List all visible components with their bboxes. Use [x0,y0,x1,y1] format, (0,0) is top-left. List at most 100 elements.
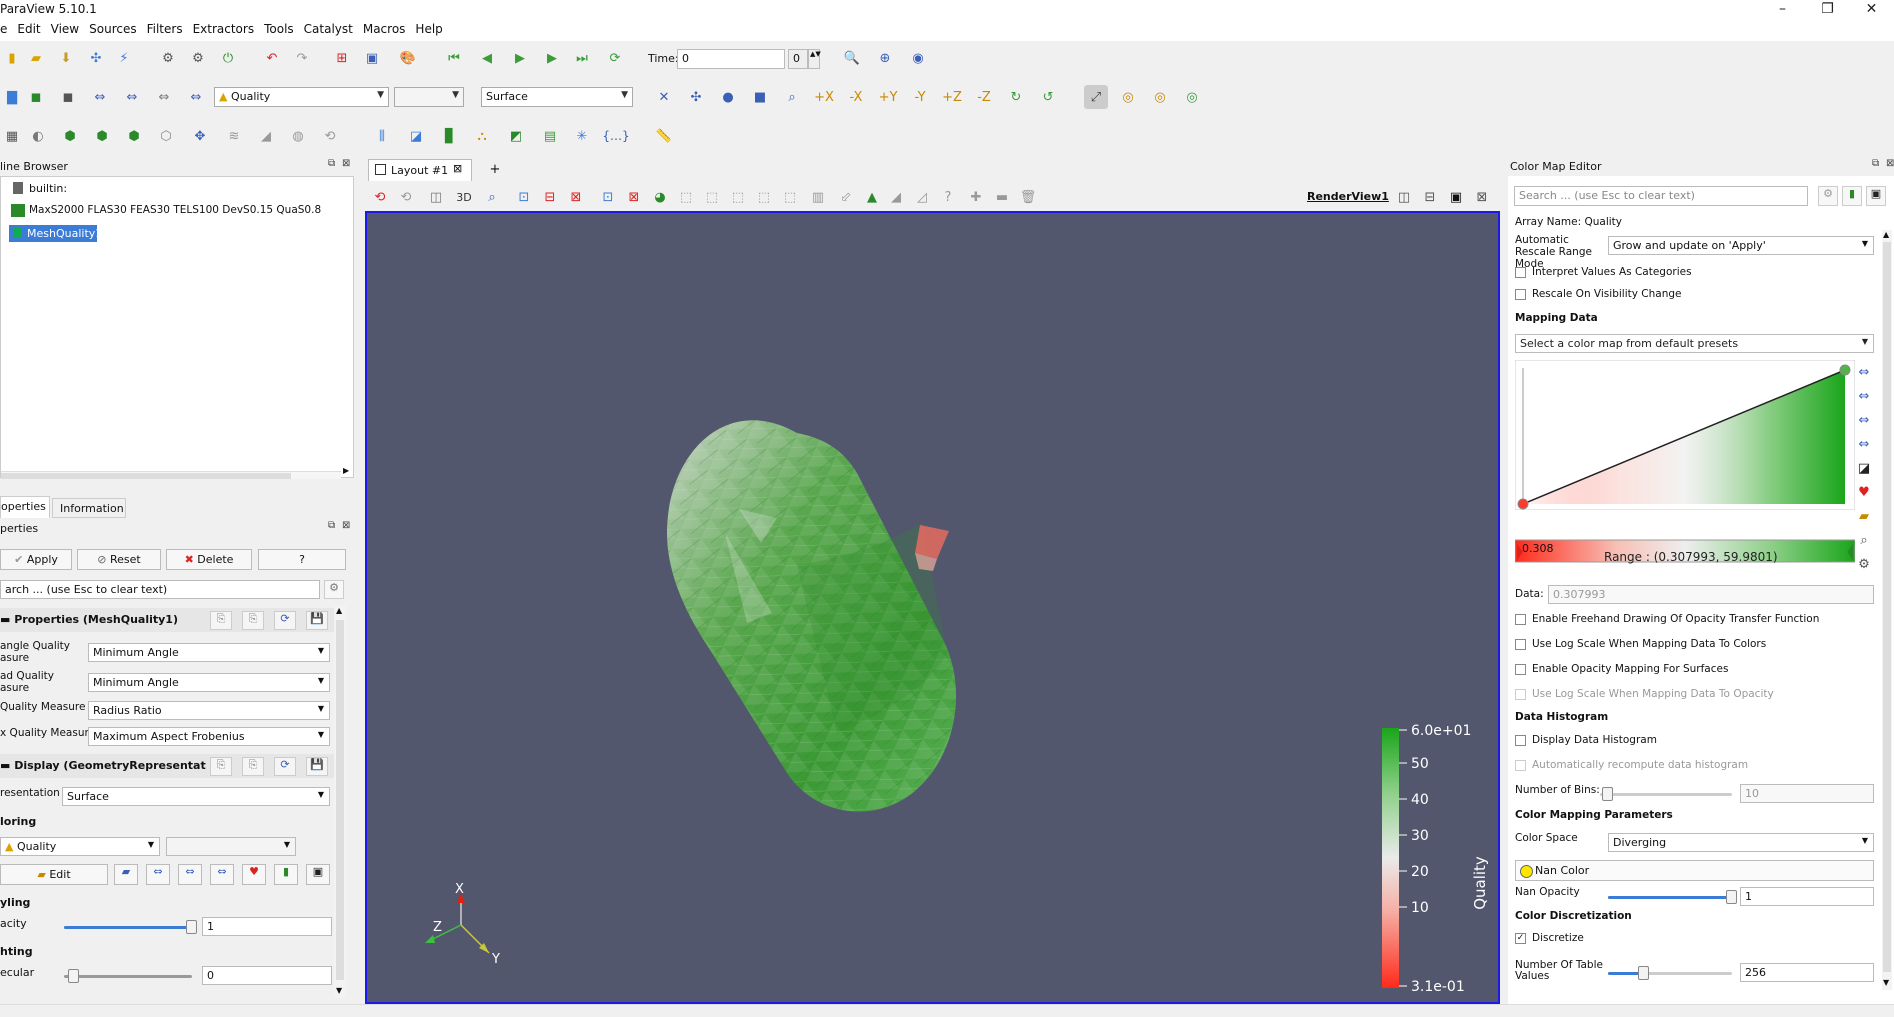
zoom-plus-icon[interactable]: ⊕ [873,46,897,70]
save-display-icon[interactable]: 💾 [306,757,328,776]
next-frame-icon[interactable]: ▶ [540,46,564,70]
plot-data-icon[interactable]: ◪ [404,124,428,148]
menu-sources[interactable]: Sources [84,20,141,38]
edit-color-button[interactable]: ▰ Edit [0,864,108,885]
camera-icon[interactable]: ◉ [906,46,930,70]
save-icon[interactable]: 💾 [306,611,328,630]
toggle-3d-button[interactable]: 3D [452,185,476,209]
opacity-mapping-option[interactable]: Enable Opacity Mapping For Surfaces [1515,663,1728,675]
representation-select[interactable]: Surface ▼ [481,87,633,107]
menu-help[interactable]: Help [410,20,447,38]
rescale-visible-icon[interactable]: ⇔ [184,85,208,109]
clear-selection-icon[interactable]: ▥ [806,185,830,209]
split-horizontal-icon[interactable]: ◫ [1392,185,1416,209]
reset-center-icon[interactable]: ◎ [1180,85,1204,109]
zoom-icon[interactable]: 🔍 [840,46,864,70]
warp-icon[interactable]: ◢ [254,124,278,148]
stream-tracer-icon[interactable]: ≋ [222,124,246,148]
bins-slider-track[interactable] [1600,793,1732,796]
shrink-icon[interactable]: ▲ [860,185,884,209]
split-vertical-icon[interactable]: ⊟ [1418,185,1442,209]
view-minus-x-icon[interactable]: -X [844,85,868,109]
json-icon[interactable]: {…} [602,124,629,148]
contour-icon[interactable]: ◐ [26,124,50,148]
menu-file[interactable]: e [0,20,12,38]
properties-scroll-thumb[interactable] [336,620,344,980]
capture-icon[interactable]: ◫ [424,185,448,209]
hover-points-icon[interactable]: ◕ [648,185,672,209]
view-minus-z-icon[interactable]: -Z [972,85,996,109]
menu-filters[interactable]: Filters [142,20,188,38]
rescale-icon[interactable]: ⇔ [88,85,112,109]
eye-icon[interactable] [13,228,21,238]
clip-icon[interactable]: ⬢ [58,124,82,148]
extract-subset-icon[interactable]: ⬡ [154,124,178,148]
representation-combo[interactable]: Surface ▼ [62,787,330,806]
zoom-box-icon[interactable]: ■ [748,85,772,109]
properties-search[interactable]: arch ... (use Esc to clear text) [0,580,320,599]
time-index[interactable]: 0 [788,49,808,69]
query-icon[interactable]: ? [936,185,960,209]
select-block-icon[interactable]: ⬚ [752,185,776,209]
advanced-gear-icon[interactable]: ⚙ [324,580,344,599]
display-histogram-option[interactable]: Display Data Histogram [1515,734,1657,746]
float-properties-icon[interactable]: ⧉ [328,520,335,531]
reset-view2-icon[interactable]: ⟲ [394,185,418,209]
menu-edit[interactable]: Edit [12,20,45,38]
folder-icon[interactable]: ▰ [24,46,48,70]
connect-icon[interactable]: ✣ [84,46,108,70]
rescale-range-icon[interactable]: ⇔ [146,864,170,885]
zoom-to-box-icon[interactable]: ⌕ [480,185,504,209]
pipeline-item-source[interactable]: MaxS2000 FLAS30 FEAS30 TELS100 DevS0.15 … [29,204,321,216]
group-icon[interactable]: ◍ [286,124,310,148]
redo-icon[interactable]: ↷ [290,46,314,70]
properties-scrollbar[interactable]: ▲ ▼ [334,606,346,998]
select-all-icon[interactable]: ⬚ [726,185,750,209]
specular-slider-track[interactable] [64,975,192,978]
time-spinner[interactable]: ▲▼ [808,49,821,69]
redo-camera-icon[interactable]: ⚙ [186,46,210,70]
float-cme-icon[interactable]: ⧉ [1872,158,1879,169]
polygon-select-icon[interactable]: ⬚ [674,185,698,209]
horizontal-scrollbar[interactable] [1,471,341,479]
data-value-field[interactable]: 0.307993 [1548,585,1874,604]
add-layout-button[interactable]: + [482,162,508,177]
coloring-combo[interactable]: ▲ Quality ▼ [0,837,160,856]
select-frustum-icon[interactable]: ⊠ [564,185,588,209]
rescale-custom-cme-icon[interactable]: ⇔ [1852,384,1876,408]
menu-macros[interactable]: Macros [358,20,411,38]
zoom-data-icon[interactable]: ● [716,85,740,109]
color-palette-icon[interactable]: 🎨 [396,46,420,70]
rotate-minus-90-icon[interactable]: ↺ [1036,85,1060,109]
color-component-select[interactable]: ▼ [394,87,464,107]
loop-icon[interactable]: ⟳ [603,46,627,70]
cme-settings-icon[interactable]: ⚙ [1852,552,1876,576]
nan-opacity-slider-handle[interactable] [1726,890,1737,904]
rescale-custom-icon[interactable]: ⇔ [120,85,144,109]
view-plus-x-icon[interactable]: +X [812,85,836,109]
calculator-icon[interactable]: ▦ [0,124,24,148]
opacity-transfer-function[interactable] [1515,360,1855,510]
probe-icon[interactable]: ⛬ [470,124,494,148]
interactive-select-icon[interactable]: ⊠ [622,185,646,209]
undo-icon[interactable]: ↶ [260,46,284,70]
nan-color-button[interactable]: Nan Color [1515,860,1874,881]
close-layout-icon[interactable]: ⊠ [453,162,462,175]
play-icon[interactable]: ▶ [508,46,532,70]
menu-catalyst[interactable]: Catalyst [299,20,358,38]
select-blocks-icon[interactable]: ⊡ [596,185,620,209]
reset-view-icon[interactable]: ⟲ [368,185,392,209]
reload-icon[interactable]: ⟳ [274,611,296,630]
add-icon[interactable]: ✚ [964,185,988,209]
color-by-select[interactable]: ▲ Quality ▼ [214,87,389,107]
paste-display-icon[interactable]: ⎘ [242,757,264,776]
paste-icon[interactable]: ⎘ [242,611,264,630]
close-button[interactable]: ✕ [1849,0,1894,20]
polygon-select-points-icon[interactable]: ⬚ [700,185,724,209]
view-plus-y-icon[interactable]: +Y [876,85,900,109]
section-display-title[interactable]: ▬ Display (GeometryRepresentat [0,759,206,772]
pick-center-icon[interactable]: ◎ [1148,85,1172,109]
layout-tab[interactable]: Layout #1 ⊠ [368,159,472,181]
maximize-view-icon[interactable]: ▣ [1444,185,1468,209]
opacity-input[interactable]: 1 [202,917,332,936]
